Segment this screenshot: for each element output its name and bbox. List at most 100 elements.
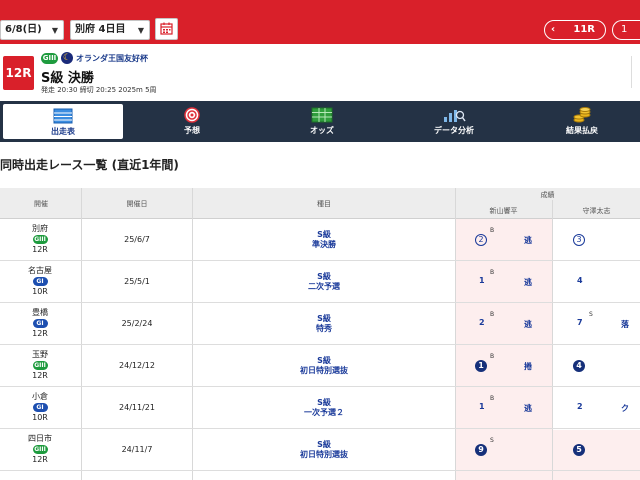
tab-entries[interactable]: 出走表 bbox=[3, 104, 123, 139]
tab-label: 結果払戻 bbox=[566, 126, 598, 135]
grade-badge: GI bbox=[32, 277, 48, 286]
grade-badge: GI bbox=[32, 319, 48, 328]
venue-name: 豊橋 bbox=[32, 308, 48, 317]
race-number: 12R bbox=[32, 329, 48, 338]
date-select[interactable]: 6/8(日) ▼ bbox=[0, 20, 64, 40]
rider-1-position-mark: B bbox=[490, 269, 495, 276]
venue-select[interactable]: 別府 4日目 ▼ bbox=[70, 20, 150, 40]
rider-2-rank: 7 bbox=[577, 318, 583, 327]
scroll-rail[interactable] bbox=[631, 56, 640, 88]
race-class[interactable]: S級 bbox=[193, 356, 455, 366]
rider-1-rank: 2 bbox=[475, 234, 487, 246]
grade-cell: GIII bbox=[0, 234, 80, 244]
header-venue: 開催 bbox=[34, 200, 48, 208]
race-class[interactable]: S級 bbox=[193, 398, 455, 408]
race-meta: 発走 20:30 締切 20:25 2025m 5周 bbox=[41, 86, 157, 94]
venue-name: 四日市 bbox=[28, 434, 52, 443]
rider-1-rank: 2 bbox=[479, 318, 485, 327]
header-rider-1: 新山響平 bbox=[489, 207, 518, 215]
rider-1-winning-move: 逃 bbox=[524, 236, 532, 245]
calendar-button[interactable] bbox=[155, 18, 178, 40]
next-race-button[interactable]: 1 bbox=[612, 20, 640, 40]
race-title: S級 決勝 bbox=[41, 71, 94, 86]
rider-1-winning-move: 逃 bbox=[524, 278, 532, 287]
coins-icon bbox=[573, 107, 591, 123]
tab-odds[interactable]: オッズ bbox=[262, 101, 382, 142]
target-icon bbox=[184, 107, 200, 123]
grade-badge: GIII bbox=[32, 361, 48, 370]
rider-2-rank: 4 bbox=[577, 276, 583, 285]
grade-cell: GIII bbox=[0, 444, 80, 454]
chevron-down-icon: ▼ bbox=[137, 26, 144, 35]
rider-1-position-mark: B bbox=[490, 395, 495, 402]
odds-board-icon bbox=[311, 107, 333, 123]
tab-prediction[interactable]: 予想 bbox=[132, 101, 252, 142]
venue-select-value: 別府 4日目 bbox=[75, 24, 126, 35]
race-type[interactable]: 二次予選 bbox=[193, 282, 455, 292]
tab-label: 予想 bbox=[184, 126, 200, 135]
race-type[interactable]: 一次予選２ bbox=[193, 408, 455, 418]
tab-data-analysis[interactable]: データ分析 bbox=[392, 101, 516, 142]
rider-1-position-mark: S bbox=[490, 437, 494, 444]
grade-badge: GIII bbox=[32, 445, 48, 454]
race-date: 24/11/7 bbox=[121, 445, 153, 454]
race-type[interactable]: 準決勝 bbox=[193, 240, 455, 250]
next-race-label: 1 bbox=[621, 24, 628, 35]
rider-2-rank: 2 bbox=[577, 402, 583, 411]
prev-race-label: 11R bbox=[573, 24, 595, 35]
rider-1-rank: 9 bbox=[475, 444, 487, 456]
grade-cell: GI bbox=[0, 402, 80, 412]
rider-2-rank: 4 bbox=[573, 360, 585, 372]
race-date: 24/12/12 bbox=[119, 361, 155, 370]
chart-icon bbox=[444, 110, 466, 122]
race-class[interactable]: S級 bbox=[193, 440, 455, 450]
rider-1-winning-move: 捲 bbox=[524, 362, 532, 371]
rider-1-position-mark: B bbox=[490, 353, 495, 360]
race-number: 12R bbox=[32, 245, 48, 254]
date-select-value: 6/8(日) bbox=[5, 24, 42, 35]
race-number: 12R bbox=[32, 455, 48, 464]
tab-results-payout[interactable]: 結果払戻 bbox=[524, 101, 640, 142]
rider-1-winning-move: 逃 bbox=[524, 404, 532, 413]
rider-1-position-mark: B bbox=[490, 311, 495, 318]
rider-1-winning-move: 逃 bbox=[524, 320, 532, 329]
race-date: 25/6/7 bbox=[124, 235, 150, 244]
race-date: 25/2/24 bbox=[121, 319, 153, 328]
header-results: 成績 bbox=[540, 191, 555, 199]
race-type[interactable]: 特秀 bbox=[193, 324, 455, 334]
venue-name: 玉野 bbox=[32, 350, 48, 359]
race-class[interactable]: S級 bbox=[193, 272, 455, 282]
rider-2-rank: 3 bbox=[573, 234, 585, 246]
prev-race-button[interactable]: ‹ 11R bbox=[544, 20, 606, 40]
race-event-name: オランダ王国友好杯 bbox=[76, 54, 148, 63]
chevron-down-icon: ▼ bbox=[51, 26, 58, 35]
table-icon bbox=[53, 108, 73, 124]
race-class[interactable]: S級 bbox=[193, 230, 455, 240]
grade-badge: GIII bbox=[32, 235, 48, 244]
rider-1-rank: 1 bbox=[475, 360, 487, 372]
race-number: 10R bbox=[32, 287, 48, 296]
tab-label: 出走表 bbox=[51, 127, 75, 136]
race-type[interactable]: 初日特別選抜 bbox=[193, 450, 455, 460]
grade-badge: GI bbox=[32, 403, 48, 412]
header-date: 開催日 bbox=[126, 200, 148, 208]
rider-2-position-mark: S bbox=[589, 311, 593, 318]
race-date: 24/11/21 bbox=[119, 403, 155, 412]
chevron-left-icon: ‹ bbox=[551, 24, 556, 35]
grade-cell: GI bbox=[0, 318, 80, 328]
rider-1-rank: 1 bbox=[479, 402, 485, 411]
section-title: 同時出走レース一覧 (直近1年間) bbox=[0, 158, 179, 172]
rider-1-position-mark: B bbox=[490, 227, 495, 234]
race-class[interactable]: S級 bbox=[193, 314, 455, 324]
rider-1-rank: 1 bbox=[479, 276, 485, 285]
rider-2-winning-move: ク bbox=[621, 404, 629, 413]
race-number-badge: 12R bbox=[3, 56, 34, 90]
race-number: 10R bbox=[32, 413, 48, 422]
header-rider-2: 守澤太志 bbox=[582, 207, 611, 215]
venue-name: 小倉 bbox=[32, 392, 48, 401]
tab-label: オッズ bbox=[310, 126, 334, 135]
race-type[interactable]: 初日特別選抜 bbox=[193, 366, 455, 376]
header-type: 種目 bbox=[317, 200, 331, 208]
calendar-icon bbox=[160, 22, 173, 35]
grade-cell: GIII bbox=[0, 360, 80, 370]
